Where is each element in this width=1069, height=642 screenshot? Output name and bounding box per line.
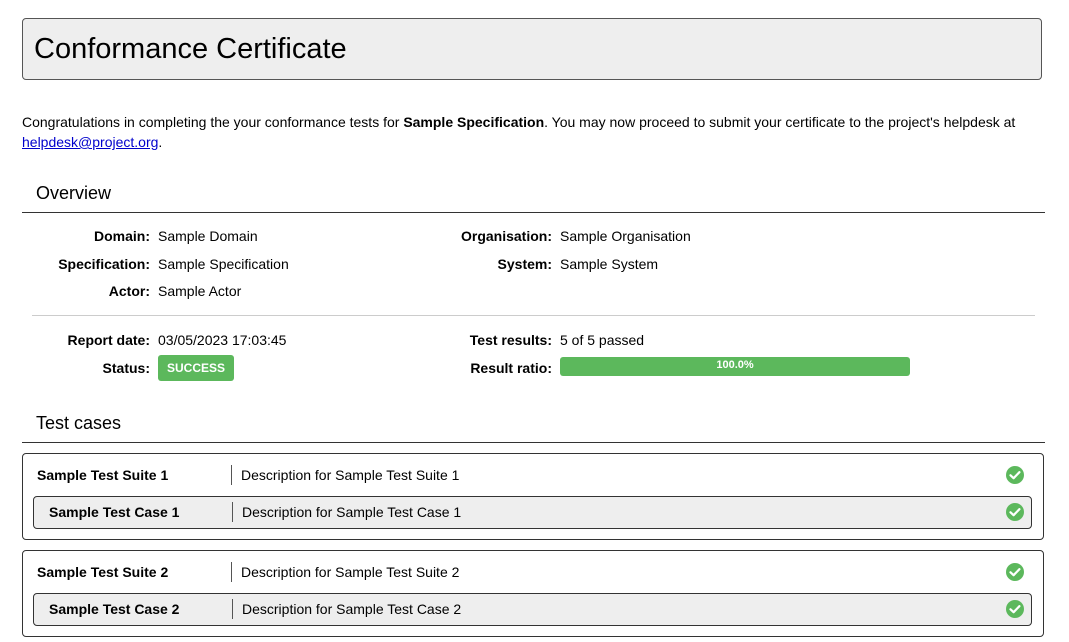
overview-heading: Overview bbox=[36, 183, 112, 203]
column-separator bbox=[232, 599, 233, 619]
overview-section-heading: Overview bbox=[22, 182, 1045, 213]
suite-description: Description for Sample Test Suite 2 bbox=[241, 564, 460, 580]
intro-text-end: . You may now proceed to submit your cer… bbox=[544, 114, 1016, 130]
result-ratio-fill: 100.0% bbox=[560, 357, 910, 376]
case-description: Description for Sample Test Case 1 bbox=[242, 504, 462, 520]
column-separator bbox=[231, 562, 232, 582]
test-results-label: Test results: bbox=[469, 332, 552, 348]
specification-label: Specification: bbox=[58, 256, 150, 272]
report-date-value: 03/05/2023 17:03:45 bbox=[158, 332, 287, 348]
overview-divider bbox=[32, 315, 1035, 316]
column-separator bbox=[231, 465, 232, 485]
status-label: Status: bbox=[102, 360, 150, 376]
test-case-1[interactable]: Sample Test Case 1 Description for Sampl… bbox=[33, 496, 1032, 529]
test-case-2[interactable]: Sample Test Case 2 Description for Sampl… bbox=[33, 593, 1032, 626]
domain-value: Sample Domain bbox=[158, 228, 258, 244]
page-title: Conformance Certificate bbox=[34, 33, 347, 65]
status-badge: SUCCESS bbox=[158, 355, 234, 381]
intro-trailing: . bbox=[158, 134, 163, 150]
suite-name: Sample Test Suite 2 bbox=[37, 564, 169, 580]
case-name: Sample Test Case 2 bbox=[49, 601, 180, 617]
check-circle-icon bbox=[1006, 600, 1024, 618]
check-circle-icon bbox=[1006, 466, 1024, 484]
column-separator bbox=[232, 502, 233, 522]
domain-label: Domain: bbox=[94, 228, 150, 244]
system-label: System: bbox=[497, 256, 552, 272]
certificate-header: Conformance Certificate bbox=[22, 18, 1042, 80]
actor-value: Sample Actor bbox=[158, 283, 242, 299]
suite-description: Description for Sample Test Suite 1 bbox=[241, 467, 460, 483]
case-name: Sample Test Case 1 bbox=[49, 504, 180, 520]
test-results-value: 5 of 5 passed bbox=[560, 332, 645, 348]
specification-value: Sample Specification bbox=[158, 256, 289, 272]
intro-paragraph: Congratulations in completing the your c… bbox=[22, 112, 1042, 152]
test-cases-heading: Test cases bbox=[36, 413, 122, 433]
check-circle-icon bbox=[1006, 563, 1024, 581]
case-description: Description for Sample Test Case 2 bbox=[242, 601, 462, 617]
result-ratio-label: Result ratio: bbox=[470, 360, 552, 376]
organisation-label: Organisation: bbox=[460, 228, 552, 244]
test-cases-section-heading: Test cases bbox=[22, 412, 1045, 443]
report-date-label: Report date: bbox=[67, 332, 150, 348]
system-value: Sample System bbox=[560, 256, 659, 272]
helpdesk-email-link[interactable]: helpdesk@project.org bbox=[22, 134, 158, 150]
test-suite-1[interactable]: Sample Test Suite 1 Description for Samp… bbox=[22, 453, 1044, 540]
actor-label: Actor: bbox=[108, 283, 150, 299]
suite-name: Sample Test Suite 1 bbox=[37, 467, 169, 483]
intro-spec-name: Sample Specification bbox=[403, 114, 545, 130]
check-circle-icon bbox=[1006, 503, 1024, 521]
intro-text-start: Congratulations in completing the your c… bbox=[22, 114, 404, 130]
test-suite-2[interactable]: Sample Test Suite 2 Description for Samp… bbox=[22, 550, 1044, 637]
result-ratio-bar: 100.0% bbox=[560, 357, 910, 376]
organisation-value: Sample Organisation bbox=[560, 228, 691, 244]
